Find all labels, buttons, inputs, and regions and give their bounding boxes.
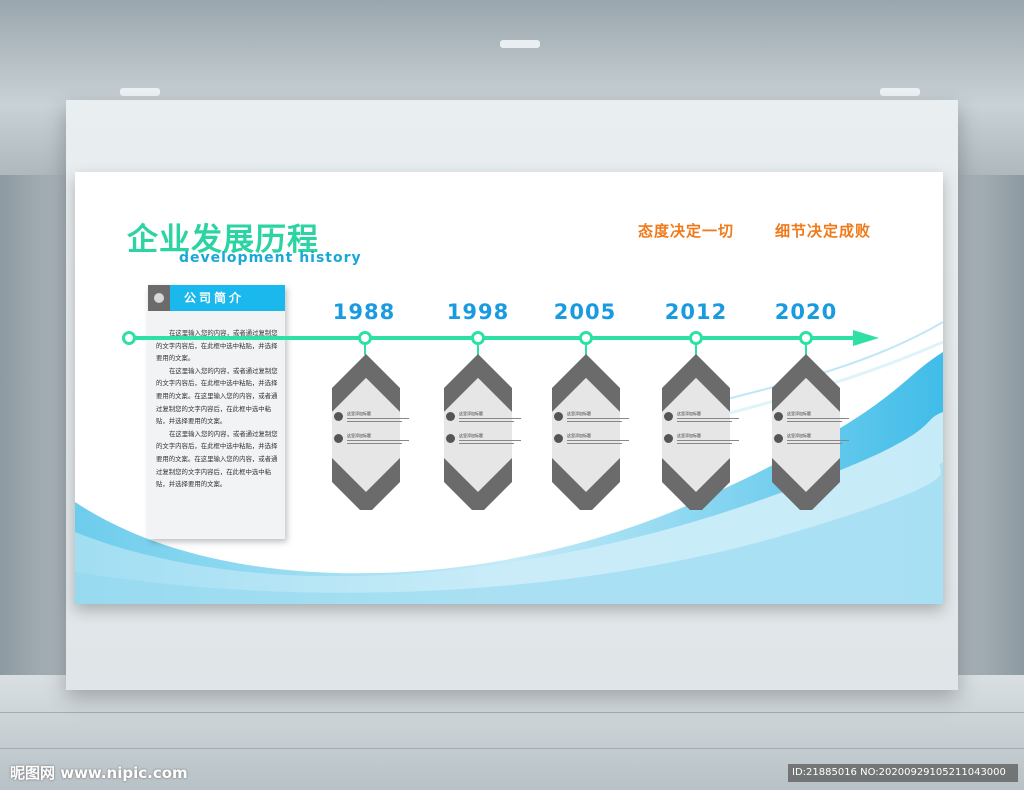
user-icon — [554, 434, 563, 443]
milestone-card: 这里添加标题 这里添加标题 — [328, 350, 409, 510]
watermark-right: ID:21885016 NO:20200929105211043000 — [788, 764, 1018, 782]
user-icon — [446, 434, 455, 443]
timeline-arrow-icon — [853, 330, 879, 346]
text-line — [677, 443, 732, 444]
milestone-card: 这里添加标题 这里添加标题 — [658, 350, 739, 510]
milestone-item: 这里添加标题 — [774, 433, 854, 446]
text-line — [677, 418, 739, 419]
slogan-1: 态度决定一切 — [638, 222, 735, 240]
item-title: 这里添加标题 — [677, 411, 701, 416]
milestone-item: 这里添加标题 — [664, 433, 744, 446]
item-title: 这里添加标题 — [459, 411, 483, 416]
ceiling-light — [120, 88, 160, 96]
text-line — [787, 421, 842, 422]
item-title: 这里添加标题 — [567, 433, 591, 438]
text-line — [347, 418, 409, 419]
timeline-start-node — [122, 331, 136, 345]
chevron-frame-icon — [552, 354, 620, 510]
user-icon — [664, 434, 673, 443]
text-line — [459, 421, 514, 422]
item-title: 这里添加标题 — [677, 433, 701, 438]
user-icon — [774, 434, 783, 443]
board-subtitle: development history — [179, 250, 362, 266]
text-line — [787, 443, 842, 444]
user-icon — [334, 434, 343, 443]
milestone-item: 这里添加标题 — [446, 433, 526, 446]
text-line — [459, 443, 514, 444]
text-line — [567, 443, 622, 444]
intro-tab — [148, 285, 170, 311]
text-line — [347, 421, 402, 422]
watermark-left: 昵图网 www.nipic.com — [10, 764, 188, 782]
ceiling-light — [500, 40, 540, 48]
text-line — [459, 418, 521, 419]
intro-heading: 公司简介 — [170, 285, 285, 311]
chevron-frame-icon — [662, 354, 730, 510]
timeline-line — [127, 336, 855, 340]
text-line — [347, 440, 409, 441]
floor-line — [0, 748, 1024, 749]
text-line — [347, 443, 402, 444]
text-line — [787, 440, 849, 441]
user-icon — [446, 412, 455, 421]
milestone-item: 这里添加标题 — [774, 411, 854, 424]
milestone-year: 2012 — [664, 300, 728, 324]
milestone-item: 这里添加标题 — [664, 411, 744, 424]
milestone-year: 1998 — [446, 300, 510, 324]
user-icon — [774, 412, 783, 421]
chevron-frame-icon — [444, 354, 512, 510]
milestone-item: 这里添加标题 — [334, 411, 414, 424]
text-line — [459, 440, 521, 441]
milestone-item: 这里添加标题 — [334, 433, 414, 446]
user-icon — [334, 412, 343, 421]
item-title: 这里添加标题 — [787, 433, 811, 438]
milestone-card: 这里添加标题 这里添加标题 — [440, 350, 521, 510]
chevron-frame-icon — [332, 354, 400, 510]
text-line — [677, 440, 739, 441]
intro-body: 在这里输入您的内容，或者通过复制您的文字内容后，在此框中选中粘贴，并选择要用的文… — [156, 327, 278, 491]
item-title: 这里添加标题 — [347, 411, 371, 416]
milestone-card: 这里添加标题 这里添加标题 — [768, 350, 849, 510]
milestone-item: 这里添加标题 — [554, 411, 634, 424]
slogan-2: 细节决定成败 — [775, 222, 872, 240]
floor-line — [0, 712, 1024, 713]
item-title: 这里添加标题 — [787, 411, 811, 416]
text-line — [567, 421, 622, 422]
milestone-year: 1988 — [332, 300, 396, 324]
text-line — [787, 418, 849, 419]
chevron-frame-icon — [772, 354, 840, 510]
item-title: 这里添加标题 — [459, 433, 483, 438]
milestone-card: 这里添加标题 这里添加标题 — [548, 350, 629, 510]
pin-icon — [154, 293, 164, 303]
milestone-item: 这里添加标题 — [554, 433, 634, 446]
intro-paragraph: 在这里输入您的内容，或者通过复制您的文字内容后，在此框中选中粘贴，并选择要用的文… — [156, 429, 278, 489]
item-title: 这里添加标题 — [567, 411, 591, 416]
milestone-item: 这里添加标题 — [446, 411, 526, 424]
text-line — [677, 421, 732, 422]
milestone-year: 2005 — [553, 300, 617, 324]
intro-paragraph: 在这里输入您的内容，或者通过复制您的文字内容后，在此框中选中粘贴，并选择要用的文… — [156, 329, 278, 363]
item-title: 这里添加标题 — [347, 433, 371, 438]
user-icon — [664, 412, 673, 421]
intro-paragraph: 在这里输入您的内容，或者通过复制您的文字内容后，在此框中选中粘贴，并选择要用的文… — [156, 366, 278, 426]
company-intro-panel: 公司简介 在这里输入您的内容，或者通过复制您的文字内容后，在此框中选中粘贴，并选… — [148, 285, 285, 539]
display-board: 企业发展历程 development history 态度决定一切 细节决定成败… — [75, 172, 943, 604]
text-line — [567, 440, 629, 441]
user-icon — [554, 412, 563, 421]
milestone-year: 2020 — [774, 300, 838, 324]
ceiling-light — [880, 88, 920, 96]
text-line — [567, 418, 629, 419]
